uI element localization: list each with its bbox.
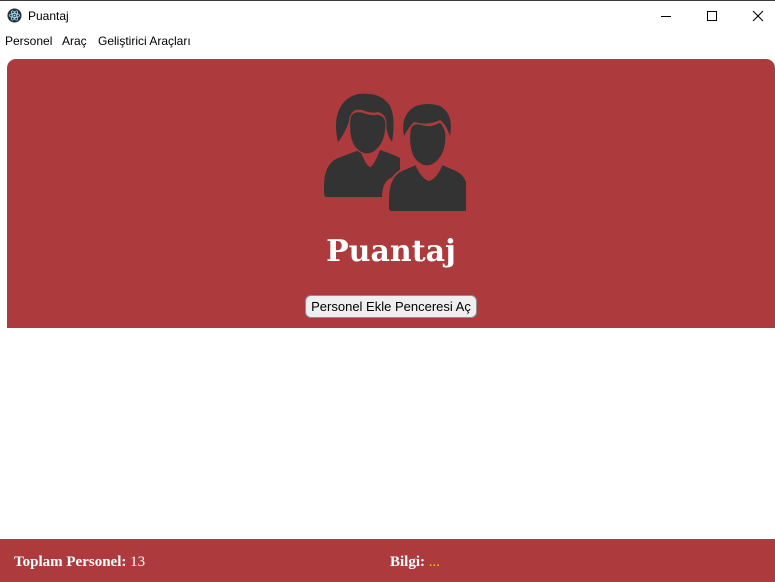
title-bar: Puantaj: [0, 1, 775, 30]
close-icon: [752, 10, 764, 22]
maximize-button[interactable]: [689, 2, 735, 30]
total-personnel-stat: Toplam Personel: 13: [14, 554, 145, 571]
page-title: Puantaj: [326, 234, 456, 269]
app-icon: [7, 8, 22, 23]
open-add-personnel-window-button[interactable]: Personel Ekle Penceresi Aç: [305, 295, 477, 318]
status-footer: Toplam Personel: 13 Bilgi: ...: [0, 539, 775, 582]
info-label: Bilgi:: [390, 554, 426, 570]
minimize-button[interactable]: [643, 2, 689, 30]
info-stat: Bilgi: ...: [390, 554, 440, 571]
minimize-icon: [661, 16, 671, 17]
window-title: Puantaj: [28, 9, 69, 23]
maximize-icon: [707, 11, 717, 21]
menu-bar: Personel Araç Geliştirici Araçları: [0, 30, 775, 52]
menu-item-gelistirici-araclari[interactable]: Geliştirici Araçları: [98, 34, 191, 48]
total-personnel-label: Toplam Personel:: [14, 554, 127, 570]
close-button[interactable]: [735, 2, 775, 30]
content-area: [0, 328, 775, 539]
total-personnel-value: 13: [130, 554, 146, 570]
hero-panel: Puantaj Personel Ekle Penceresi Aç: [7, 59, 775, 328]
menu-item-personel[interactable]: Personel: [5, 34, 52, 48]
info-value: ...: [428, 554, 441, 570]
menu-item-arac[interactable]: Araç: [62, 34, 87, 48]
people-icon: [324, 93, 466, 213]
